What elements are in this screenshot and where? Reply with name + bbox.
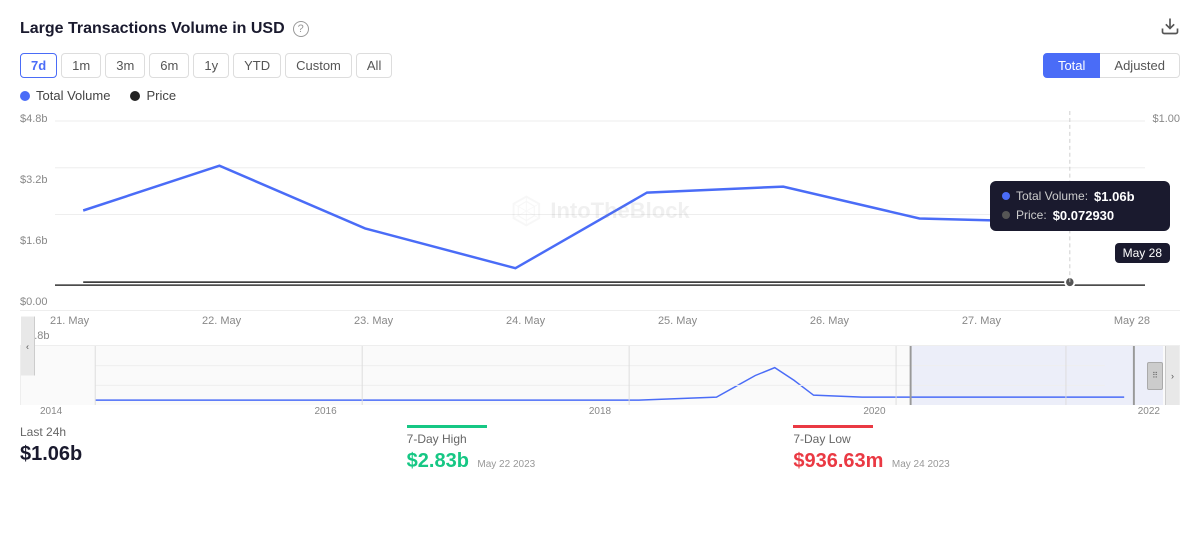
stat-7d-low-date: May 24 2023 xyxy=(892,459,950,470)
stat-7d-low: 7-Day Low $936.63m May 24 2023 xyxy=(793,425,1180,473)
time-btn-1y[interactable]: 1y xyxy=(193,53,229,78)
stat-7d-low-row: $936.63m May 24 2023 xyxy=(793,450,1160,473)
mini-x-2022: 2022 xyxy=(1138,406,1160,417)
help-icon[interactable]: ? xyxy=(293,21,309,37)
legend-row: Total Volume Price xyxy=(20,88,1180,103)
stat-7d-high-label: 7-Day High xyxy=(407,432,774,446)
legend-total-volume: Total Volume xyxy=(20,88,110,103)
mini-range-handle[interactable]: ⠿ xyxy=(1147,362,1163,390)
header-row: Large Transactions Volume in USD ? xyxy=(20,16,1180,41)
mini-chart-top-label: $4.8b xyxy=(20,327,1180,343)
download-icon[interactable] xyxy=(1160,16,1180,41)
y-label-0: $0.00 xyxy=(20,296,48,308)
x-label-22may: 22. May xyxy=(202,315,241,327)
legend-dot-blue xyxy=(20,91,30,101)
x-label-27may: 27. May xyxy=(962,315,1001,327)
main-chart-area: $4.8b $3.2b $1.6b $0.00 $1.00 xyxy=(20,111,1180,311)
stat-7d-low-value: $936.63m xyxy=(793,450,883,472)
stat-last24h: Last 24h $1.06b xyxy=(20,425,407,473)
x-axis: 21. May 22. May 23. May 24. May 25. May … xyxy=(20,311,1180,327)
legend-total-volume-label: Total Volume xyxy=(36,88,110,103)
stat-high-underline xyxy=(407,425,487,428)
mini-nav-right-btn[interactable]: › xyxy=(1165,346,1179,405)
stat-last24h-value: $1.06b xyxy=(20,443,387,466)
time-btn-6m[interactable]: 6m xyxy=(149,53,189,78)
x-label-23may: 23. May xyxy=(354,315,393,327)
header-left: Large Transactions Volume in USD ? xyxy=(20,20,309,38)
time-btn-all[interactable]: All xyxy=(356,53,392,78)
view-btn-adjusted[interactable]: Adjusted xyxy=(1100,53,1180,78)
time-btn-1m[interactable]: 1m xyxy=(61,53,101,78)
y-label-4-8b: $4.8b xyxy=(20,113,48,125)
x-label-25may: 25. May xyxy=(658,315,697,327)
y-label-3-2b: $3.2b xyxy=(20,174,48,186)
legend-price: Price xyxy=(130,88,176,103)
mini-chart-svg xyxy=(21,346,1179,405)
stat-7d-high-row: $2.83b May 22 2023 xyxy=(407,450,774,473)
stats-row: Last 24h $1.06b 7-Day High $2.83b May 22… xyxy=(20,417,1180,473)
mini-x-axis: 2014 2016 2018 2020 2022 xyxy=(20,405,1180,417)
stat-low-underline xyxy=(793,425,873,428)
stat-last24h-label: Last 24h xyxy=(20,425,387,439)
y-label-1-6b: $1.6b xyxy=(20,235,48,247)
mini-x-2014: 2014 xyxy=(40,406,62,417)
main-chart-svg xyxy=(20,111,1180,310)
stat-7d-high-value: $2.83b xyxy=(407,450,469,472)
view-toggle: Total Adjusted xyxy=(1043,53,1180,78)
page-wrapper: Large Transactions Volume in USD ? 7d 1m… xyxy=(0,0,1200,545)
stat-7d-high-date: May 22 2023 xyxy=(477,459,535,470)
legend-price-label: Price xyxy=(146,88,176,103)
view-btn-total[interactable]: Total xyxy=(1043,53,1100,78)
y-right-1: $1.00 xyxy=(1152,113,1180,125)
tooltip-date: May 28 xyxy=(1115,243,1170,263)
mini-x-2016: 2016 xyxy=(314,406,336,417)
stat-7d-high: 7-Day High $2.83b May 22 2023 xyxy=(407,425,794,473)
y-axis-left: $4.8b $3.2b $1.6b $0.00 xyxy=(20,111,48,310)
x-label-24may: 24. May xyxy=(506,315,545,327)
time-btn-3m[interactable]: 3m xyxy=(105,53,145,78)
controls-row: 7d 1m 3m 6m 1y YTD Custom All Total Adju… xyxy=(20,53,1180,78)
time-buttons: 7d 1m 3m 6m 1y YTD Custom All xyxy=(20,53,392,78)
x-label-21may: 21. May xyxy=(50,315,89,327)
stat-7d-low-label: 7-Day Low xyxy=(793,432,1160,446)
mini-x-2020: 2020 xyxy=(863,406,885,417)
chart-title: Large Transactions Volume in USD xyxy=(20,20,285,38)
time-btn-ytd[interactable]: YTD xyxy=(233,53,281,78)
x-label-may28: May 28 xyxy=(1114,315,1150,327)
legend-dot-dark xyxy=(130,91,140,101)
time-btn-7d[interactable]: 7d xyxy=(20,53,57,78)
y-axis-right: $1.00 xyxy=(1152,111,1180,310)
mini-nav-left-btn[interactable]: ‹ xyxy=(21,317,35,376)
time-btn-custom[interactable]: Custom xyxy=(285,53,352,78)
mini-x-2018: 2018 xyxy=(589,406,611,417)
mini-chart-container: ‹ › ⠿ xyxy=(20,345,1180,405)
x-label-26may: 26. May xyxy=(810,315,849,327)
